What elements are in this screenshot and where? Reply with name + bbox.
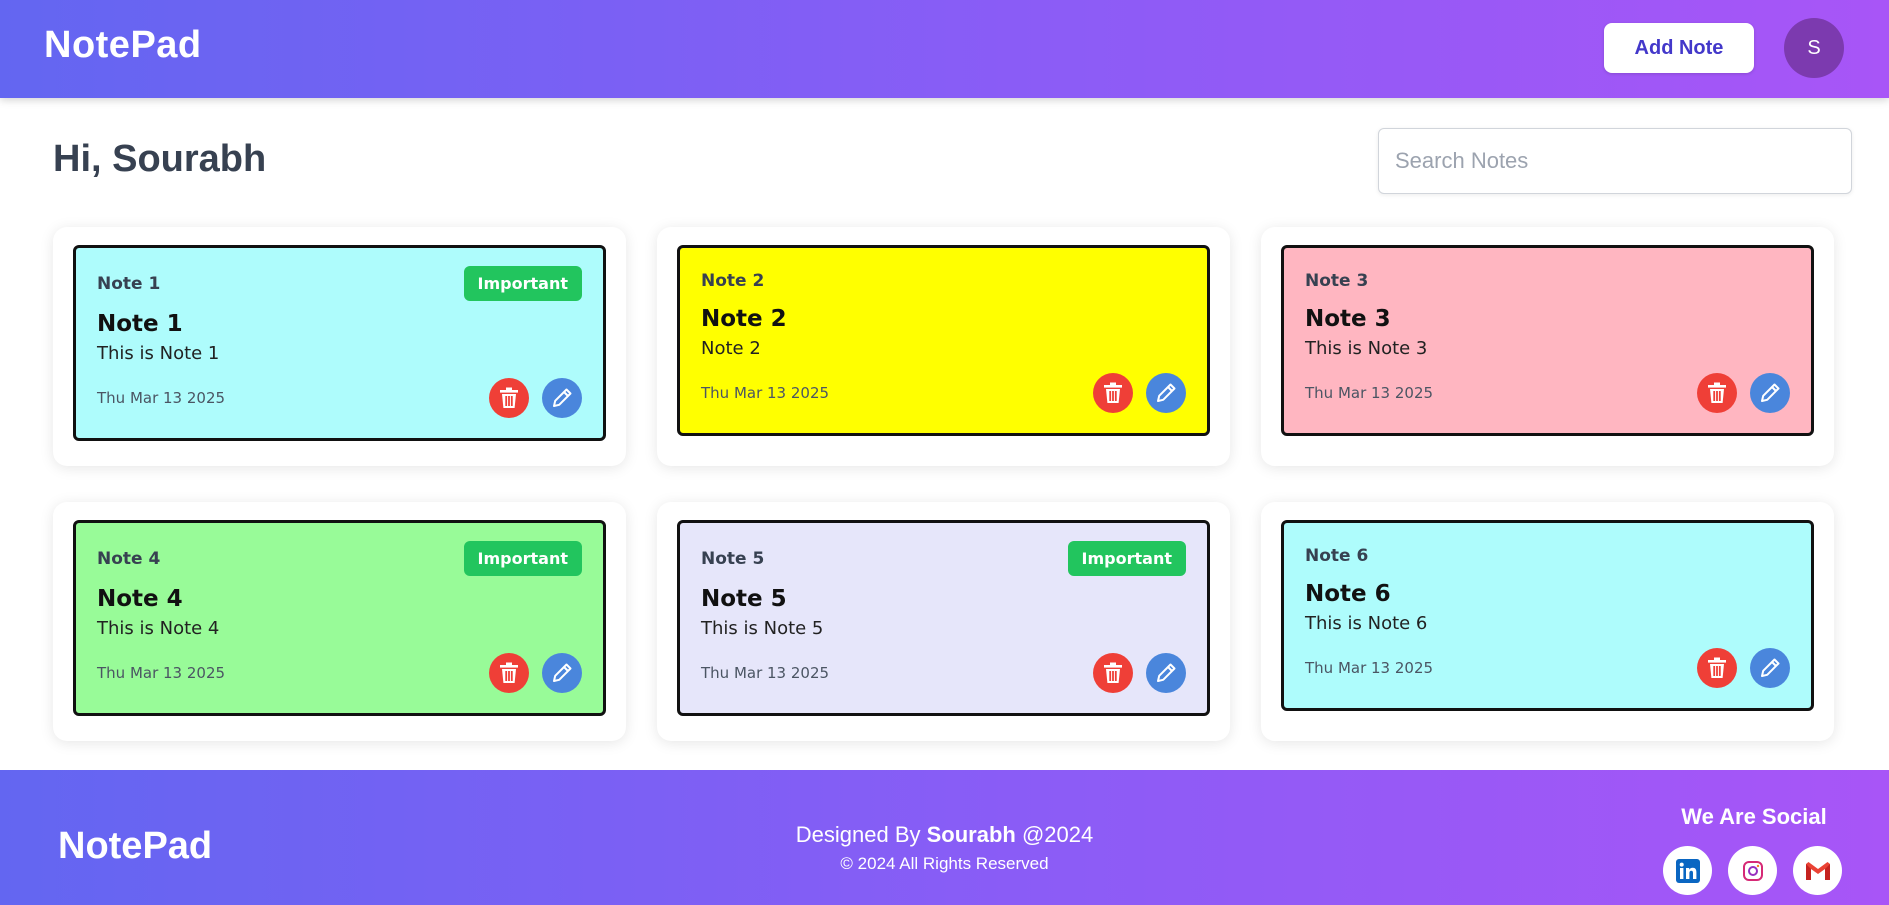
linkedin-icon — [1675, 858, 1700, 883]
pencil-icon — [1157, 663, 1176, 682]
edit-note-button[interactable] — [1750, 648, 1790, 688]
note-card: Note 1 Important Note 1 This is Note 1 T… — [53, 227, 626, 466]
note-content: Note 5 Important Note 5 This is Note 5 T… — [677, 520, 1210, 716]
note-date: Thu Mar 13 2025 — [97, 664, 226, 682]
designed-prefix: Designed By — [795, 822, 927, 847]
note-title: Note 5 — [701, 586, 787, 612]
page-greeting: Hi, Sourabh — [53, 138, 267, 180]
note-date: Thu Mar 13 2025 — [701, 664, 830, 682]
note-body: This is Note 3 — [1305, 338, 1428, 359]
designer-name: Sourabh — [926, 822, 1016, 847]
edit-note-button[interactable] — [542, 653, 582, 693]
note-body: This is Note 1 — [97, 343, 220, 364]
delete-note-button[interactable] — [1093, 373, 1133, 413]
note-body: Note 2 — [701, 338, 761, 359]
edit-note-button[interactable] — [1146, 373, 1186, 413]
edit-note-button[interactable] — [1146, 653, 1186, 693]
designed-by: Designed By Sourabh @2024 — [0, 822, 1889, 848]
instagram-link[interactable] — [1728, 846, 1777, 895]
delete-note-button[interactable] — [1697, 373, 1737, 413]
gmail-link[interactable] — [1793, 846, 1842, 895]
note-content: Note 1 Important Note 1 This is Note 1 T… — [73, 245, 606, 441]
pencil-icon — [553, 663, 572, 682]
note-date: Thu Mar 13 2025 — [97, 389, 226, 407]
notes-grid: Note 1 Important Note 1 This is Note 1 T… — [53, 227, 1835, 741]
note-content: Note 2 Note 2 Note 2 Thu Mar 13 2025 — [677, 245, 1210, 436]
note-body: This is Note 6 — [1305, 613, 1428, 634]
note-card: Note 4 Important Note 4 This is Note 4 T… — [53, 502, 626, 741]
note-title: Note 2 — [701, 306, 787, 332]
social-links — [1663, 846, 1842, 895]
trash-icon — [1104, 382, 1122, 403]
pencil-icon — [553, 388, 572, 407]
note-card: Note 6 Note 6 This is Note 6 Thu Mar 13 … — [1261, 502, 1834, 741]
linkedin-link[interactable] — [1663, 846, 1712, 895]
copyright: © 2024 All Rights Reserved — [840, 854, 1049, 873]
note-title: Note 4 — [97, 586, 183, 612]
search-input[interactable] — [1378, 128, 1852, 194]
note-title: Note 3 — [1305, 306, 1391, 332]
note-label: Note 4 — [97, 548, 161, 569]
pencil-icon — [1157, 383, 1176, 402]
note-label: Note 3 — [1305, 271, 1369, 291]
brand-logo[interactable]: NotePad — [44, 24, 202, 67]
note-body: This is Note 5 — [701, 618, 824, 639]
important-badge: Important — [1067, 541, 1186, 576]
delete-note-button[interactable] — [489, 653, 529, 693]
avatar[interactable]: S — [1784, 18, 1844, 78]
trash-icon — [1708, 657, 1726, 678]
trash-icon — [1708, 382, 1726, 403]
delete-note-button[interactable] — [489, 378, 529, 418]
gmail-icon — [1805, 861, 1830, 880]
designed-suffix: @2024 — [1015, 822, 1094, 847]
social-title: We Are Social — [1681, 804, 1827, 829]
important-badge: Important — [463, 541, 582, 576]
edit-note-button[interactable] — [1750, 373, 1790, 413]
note-label: Note 1 — [97, 273, 161, 294]
note-content: Note 4 Important Note 4 This is Note 4 T… — [73, 520, 606, 716]
footer-credits: Designed By Sourabh @2024 © 2024 All Rig… — [0, 822, 1889, 874]
note-date: Thu Mar 13 2025 — [1305, 659, 1434, 677]
delete-note-button[interactable] — [1697, 648, 1737, 688]
app-header: NotePad Add Note S — [0, 0, 1889, 98]
note-label: Note 2 — [701, 271, 765, 291]
note-date: Thu Mar 13 2025 — [701, 384, 830, 402]
note-label: Note 6 — [1305, 546, 1369, 566]
note-body: This is Note 4 — [97, 618, 220, 639]
note-title: Note 1 — [97, 311, 183, 337]
note-label: Note 5 — [701, 548, 765, 569]
trash-icon — [500, 387, 518, 408]
add-note-button[interactable]: Add Note — [1604, 23, 1754, 73]
app-footer: NotePad Designed By Sourabh @2024 © 2024… — [0, 770, 1889, 905]
delete-note-button[interactable] — [1093, 653, 1133, 693]
note-card: Note 3 Note 3 This is Note 3 Thu Mar 13 … — [1261, 227, 1834, 466]
important-badge: Important — [463, 266, 582, 301]
trash-icon — [500, 662, 518, 683]
note-card: Note 2 Note 2 Note 2 Thu Mar 13 2025 — [657, 227, 1230, 466]
note-title: Note 6 — [1305, 581, 1391, 607]
pencil-icon — [1761, 383, 1780, 402]
pencil-icon — [1761, 658, 1780, 677]
edit-note-button[interactable] — [542, 378, 582, 418]
note-content: Note 6 Note 6 This is Note 6 Thu Mar 13 … — [1281, 520, 1814, 711]
note-card: Note 5 Important Note 5 This is Note 5 T… — [657, 502, 1230, 741]
trash-icon — [1104, 662, 1122, 683]
note-date: Thu Mar 13 2025 — [1305, 384, 1434, 402]
instagram-icon — [1742, 860, 1763, 881]
note-content: Note 3 Note 3 This is Note 3 Thu Mar 13 … — [1281, 245, 1814, 436]
